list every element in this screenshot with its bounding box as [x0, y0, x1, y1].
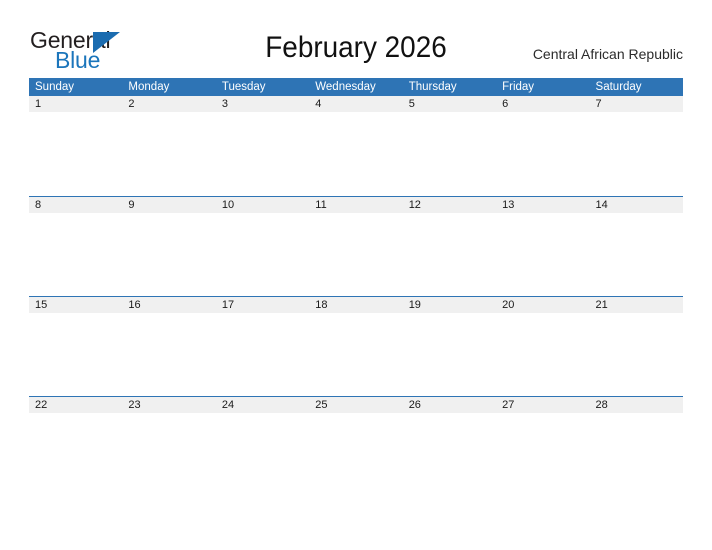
- day-cell[interactable]: [122, 112, 215, 195]
- day-number[interactable]: 7: [590, 96, 683, 112]
- day-cell[interactable]: [590, 112, 683, 195]
- day-number[interactable]: 1: [29, 96, 122, 112]
- day-number[interactable]: 8: [29, 197, 122, 213]
- day-number[interactable]: 12: [403, 197, 496, 213]
- week-date-band: 22 23 24 25 26 27 28: [29, 396, 683, 413]
- weekday-thursday: Thursday: [408, 81, 457, 93]
- weekday-saturday: Saturday: [595, 81, 642, 93]
- day-number[interactable]: 21: [590, 297, 683, 313]
- weekday-wednesday: Wednesday: [315, 81, 376, 93]
- day-cell[interactable]: [496, 413, 589, 496]
- day-cell[interactable]: [496, 313, 589, 396]
- day-cell[interactable]: [29, 213, 122, 296]
- weekday-sunday: Sunday: [35, 81, 75, 93]
- day-cell[interactable]: [29, 413, 122, 496]
- day-number[interactable]: 11: [309, 197, 402, 213]
- weekday-header-row: Sunday Monday Tuesday Wednesday Thursday…: [29, 78, 683, 96]
- day-number[interactable]: 28: [590, 397, 683, 413]
- calendar-page: General Blue February 2026 Central Afric…: [0, 0, 712, 550]
- day-cell[interactable]: [590, 413, 683, 496]
- week-event-band: [29, 313, 683, 396]
- day-number[interactable]: 17: [216, 297, 309, 313]
- week-event-band: [29, 112, 683, 195]
- day-cell[interactable]: [29, 112, 122, 195]
- week-row: 22 23 24 25 26 27 28: [29, 396, 683, 496]
- day-number[interactable]: 22: [29, 397, 122, 413]
- day-cell[interactable]: [403, 313, 496, 396]
- week-date-band: 1 2 3 4 5 6 7: [29, 96, 683, 112]
- day-number[interactable]: 5: [403, 96, 496, 112]
- week-date-band: 8 9 10 11 12 13 14: [29, 196, 683, 213]
- day-number[interactable]: 18: [309, 297, 402, 313]
- day-cell[interactable]: [122, 413, 215, 496]
- day-cell[interactable]: [590, 213, 683, 296]
- day-number[interactable]: 24: [216, 397, 309, 413]
- day-cell[interactable]: [216, 213, 309, 296]
- weekday-friday: Friday: [502, 81, 535, 93]
- week-row: 1 2 3 4 5 6 7: [29, 96, 683, 196]
- weekday-monday: Monday: [128, 81, 170, 93]
- day-number[interactable]: 19: [403, 297, 496, 313]
- week-event-band: [29, 213, 683, 296]
- day-number[interactable]: 16: [122, 297, 215, 313]
- day-cell[interactable]: [29, 313, 122, 396]
- day-number[interactable]: 10: [216, 197, 309, 213]
- week-row: 8 9 10 11 12 13 14: [29, 196, 683, 296]
- day-cell[interactable]: [496, 213, 589, 296]
- weekday-tuesday: Tuesday: [221, 81, 266, 93]
- day-cell[interactable]: [309, 213, 402, 296]
- week-row: 15 16 17 18 19 20 21: [29, 296, 683, 396]
- page-header: General Blue February 2026 Central Afric…: [0, 0, 712, 78]
- day-cell[interactable]: [496, 112, 589, 195]
- day-number[interactable]: 13: [496, 197, 589, 213]
- day-cell[interactable]: [216, 112, 309, 195]
- day-cell[interactable]: [403, 213, 496, 296]
- day-cell[interactable]: [309, 112, 402, 195]
- day-cell[interactable]: [309, 413, 402, 496]
- day-cell[interactable]: [403, 413, 496, 496]
- calendar-grid: Sunday Monday Tuesday Wednesday Thursday…: [29, 78, 683, 496]
- day-cell[interactable]: [216, 313, 309, 396]
- day-number[interactable]: 2: [122, 96, 215, 112]
- day-number[interactable]: 25: [309, 397, 402, 413]
- day-number[interactable]: 14: [590, 197, 683, 213]
- day-number[interactable]: 6: [496, 96, 589, 112]
- day-cell[interactable]: [590, 313, 683, 396]
- day-number[interactable]: 27: [496, 397, 589, 413]
- day-number[interactable]: 9: [122, 197, 215, 213]
- day-number[interactable]: 4: [309, 96, 402, 112]
- day-cell[interactable]: [216, 413, 309, 496]
- day-number[interactable]: 23: [122, 397, 215, 413]
- day-number[interactable]: 20: [496, 297, 589, 313]
- day-cell[interactable]: [122, 213, 215, 296]
- day-number[interactable]: 3: [216, 96, 309, 112]
- day-number[interactable]: 15: [29, 297, 122, 313]
- day-number[interactable]: 26: [403, 397, 496, 413]
- day-cell[interactable]: [309, 313, 402, 396]
- week-event-band: [29, 413, 683, 496]
- week-date-band: 15 16 17 18 19 20 21: [29, 296, 683, 313]
- day-cell[interactable]: [403, 112, 496, 195]
- country-label: Central African Republic: [532, 46, 683, 62]
- day-cell[interactable]: [122, 313, 215, 396]
